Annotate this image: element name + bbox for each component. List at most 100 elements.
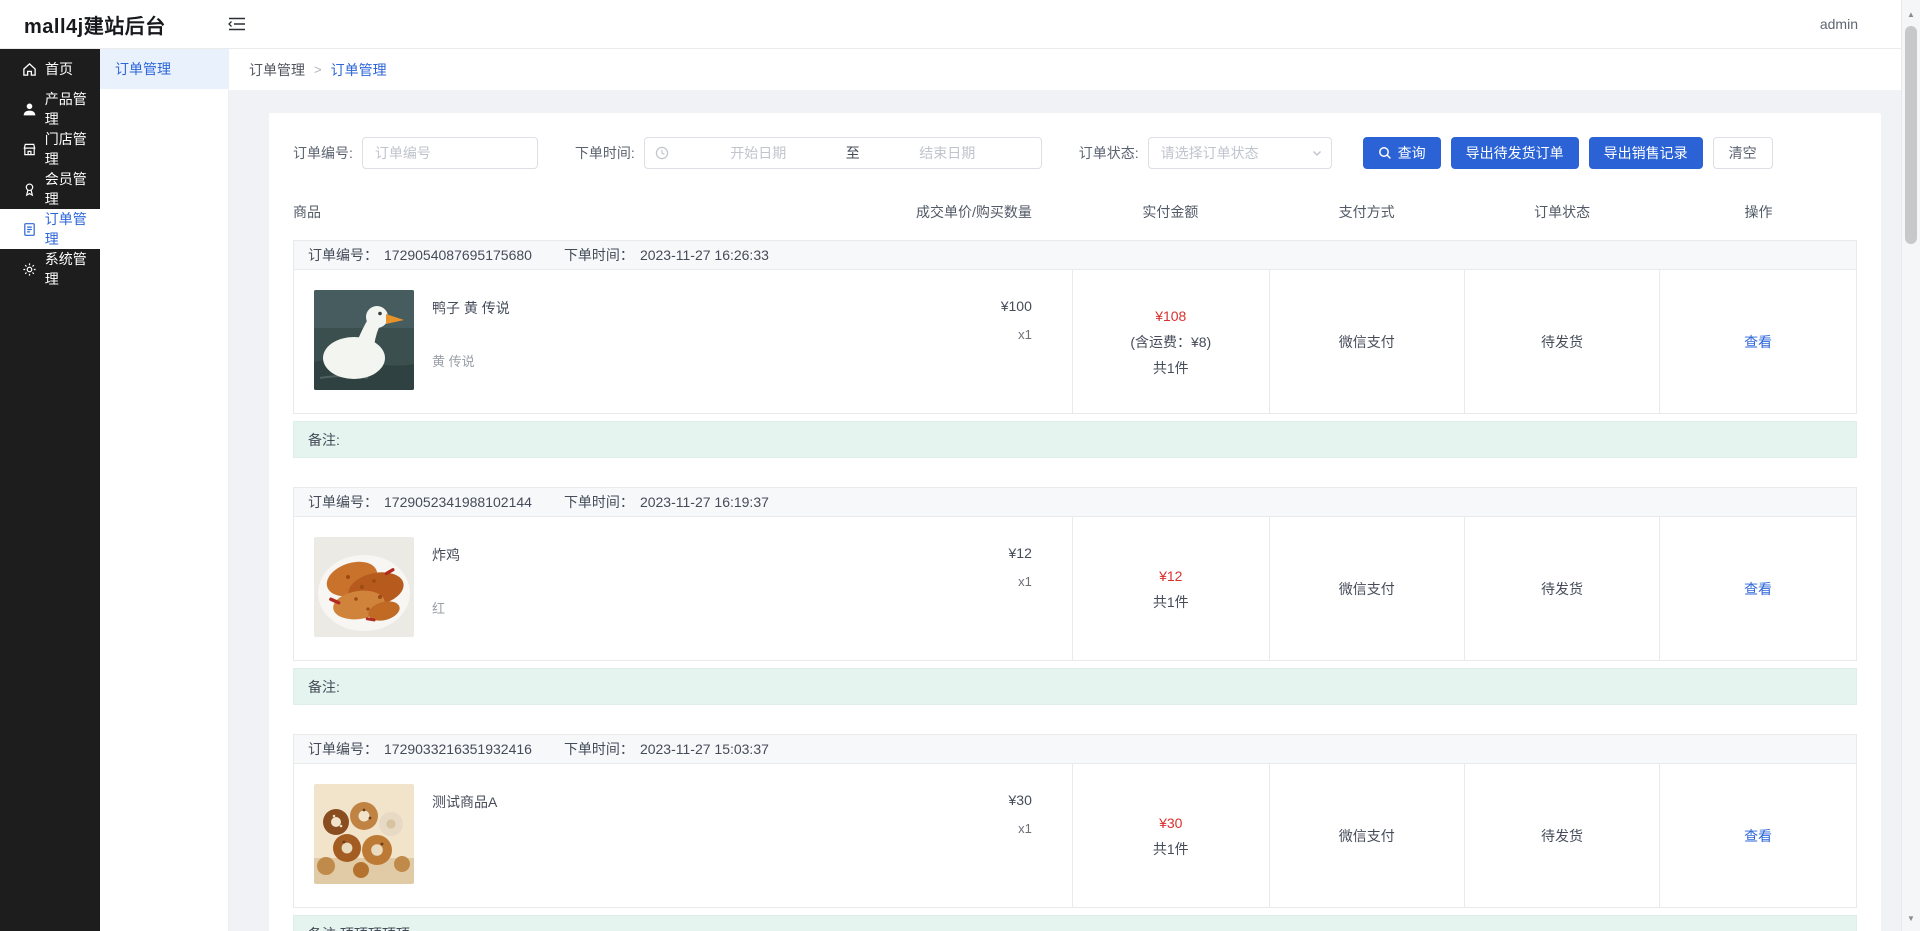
app-title: mall4j建站后台 <box>24 10 166 39</box>
paid-amount: ¥12 <box>1159 563 1182 589</box>
home-icon <box>22 61 38 77</box>
secondary-sidebar: 订单管理 <box>100 49 229 931</box>
sidebar-item-label: 订单管理 <box>45 209 100 249</box>
unit-price: ¥100 <box>932 298 1032 314</box>
order-number: 1729033216351932416 <box>384 741 532 757</box>
app-root: mall4j建站后台 admin 首页 产品管理 <box>0 0 1920 931</box>
main-area: 订单管理 > 订单管理 订单编号: 下单时间: <box>229 49 1920 931</box>
order-row: 测试商品A ¥30 x1 ¥30 <box>293 764 1857 908</box>
export-pending-button[interactable]: 导出待发货订单 <box>1451 137 1579 169</box>
remark-label: 备注: <box>308 430 340 450</box>
col-header-status: 订单状态 <box>1464 202 1660 222</box>
count-note: 共1件 <box>1153 589 1189 615</box>
start-date-placeholder[interactable]: 开始日期 <box>675 143 842 163</box>
store-icon <box>22 141 38 157</box>
date-range-picker[interactable]: 开始日期 至 结束日期 <box>644 137 1042 169</box>
order-remark: 备注: 顶顶顶顶顶 <box>293 915 1857 931</box>
order-list-card: 订单编号: 下单时间: 开始日期 至 结束日期 <box>269 113 1881 931</box>
order-remark: 备注: <box>293 421 1857 458</box>
sidebar-item-orders[interactable]: 订单管理 <box>0 209 100 249</box>
member-medal-icon <box>22 181 38 197</box>
breadcrumb: 订单管理 > 订单管理 <box>229 49 1920 91</box>
payment-method: 微信支付 <box>1269 270 1464 413</box>
product-spec: 红 <box>432 598 932 617</box>
vertical-scrollbar[interactable]: ▲ ▼ <box>1901 0 1920 931</box>
scroll-down-arrow[interactable]: ▼ <box>1902 910 1920 927</box>
count-note: 共1件 <box>1153 836 1189 862</box>
view-link[interactable]: 查看 <box>1744 579 1772 599</box>
end-date-placeholder[interactable]: 结束日期 <box>864 143 1031 163</box>
sidebar-item-label: 首页 <box>45 59 73 79</box>
order-group-header: 订单编号： 1729033216351932416 下单时间： 2023-11-… <box>293 734 1857 764</box>
page-content: 订单编号: 下单时间: 开始日期 至 结束日期 <box>229 91 1920 931</box>
price-quantity: ¥12 x1 <box>932 537 1072 640</box>
product-image-fried-chicken <box>314 537 414 637</box>
order-time: 2023-11-27 15:03:37 <box>640 741 769 757</box>
product-spec: 黄 传说 <box>432 351 932 370</box>
order-status-select[interactable]: 请选择订单状态 <box>1148 137 1332 169</box>
select-placeholder: 请选择订单状态 <box>1161 143 1311 163</box>
sidebar-item-products[interactable]: 产品管理 <box>0 89 100 129</box>
order-no-label: 订单编号： <box>308 492 378 512</box>
unit-price: ¥30 <box>932 792 1032 808</box>
order-row: 鸭子 黄 传说 黄 传说 ¥100 x1 ¥108 (含运费：¥8 <box>293 270 1857 414</box>
quantity: x1 <box>932 574 1032 589</box>
order-status: 待发货 <box>1464 270 1659 413</box>
order-time: 2023-11-27 16:19:37 <box>640 494 769 510</box>
order-status: 待发货 <box>1464 517 1659 660</box>
price-quantity: ¥100 x1 <box>932 290 1072 393</box>
main-layout: 首页 产品管理 门店管理 会员管理 <box>0 49 1920 931</box>
sidebar-item-stores[interactable]: 门店管理 <box>0 129 100 169</box>
view-link[interactable]: 查看 <box>1744 332 1772 352</box>
product-name: 测试商品A <box>432 792 932 812</box>
order-time-label: 下单时间: <box>575 143 635 163</box>
col-header-unit-price: 成交单价/购买数量 <box>809 202 1072 222</box>
action-cell: 查看 <box>1659 764 1856 907</box>
clear-button[interactable]: 清空 <box>1713 137 1773 169</box>
product-cell: 鸭子 黄 传说 黄 传说 ¥100 x1 <box>294 270 1072 413</box>
order-number: 1729052341988102144 <box>384 494 532 510</box>
order-no-input[interactable] <box>362 137 538 169</box>
export-sales-button[interactable]: 导出销售记录 <box>1589 137 1703 169</box>
scroll-up-arrow[interactable]: ▲ <box>1902 6 1920 23</box>
product-cell: 炸鸡 红 ¥12 x1 <box>294 517 1072 660</box>
order-no-label: 订单编号： <box>308 245 378 265</box>
sidebar-item-system[interactable]: 系统管理 <box>0 249 100 289</box>
user-icon <box>22 101 38 117</box>
unit-price: ¥12 <box>932 545 1032 561</box>
collapse-menu-icon[interactable] <box>228 16 246 32</box>
col-header-action: 操作 <box>1660 202 1857 222</box>
view-link[interactable]: 查看 <box>1744 826 1772 846</box>
product-name: 炸鸡 <box>432 545 932 565</box>
clock-icon <box>655 146 669 160</box>
product-name: 鸭子 黄 传说 <box>432 298 932 318</box>
count-note: 共1件 <box>1153 355 1189 381</box>
product-info: 炸鸡 红 <box>414 537 932 640</box>
order-group: 订单编号： 1729052341988102144 下单时间： 2023-11-… <box>293 487 1857 705</box>
table-header-row: 商品 成交单价/购买数量 实付金额 支付方式 订单状态 操作 <box>293 202 1857 222</box>
product-image-donuts <box>314 784 414 884</box>
sidebar-item-home[interactable]: 首页 <box>0 49 100 89</box>
search-button[interactable]: 查询 <box>1363 137 1441 169</box>
freight-note: (含运费：¥8) <box>1130 329 1211 355</box>
order-no-label: 订单编号: <box>293 143 353 163</box>
amount-cell: ¥12 共1件 <box>1072 517 1269 660</box>
main-sidebar: 首页 产品管理 门店管理 会员管理 <box>0 49 100 931</box>
order-time-label: 下单时间： <box>564 245 634 265</box>
order-document-icon <box>22 221 38 237</box>
amount-cell: ¥30 共1件 <box>1072 764 1269 907</box>
quantity: x1 <box>932 821 1032 836</box>
order-group: 订单编号： 1729033216351932416 下单时间： 2023-11-… <box>293 734 1857 931</box>
tab-order-management[interactable]: 订单管理 <box>100 49 228 89</box>
col-header-product: 商品 <box>293 202 809 222</box>
product-cell: 测试商品A ¥30 x1 <box>294 764 1072 907</box>
user-name[interactable]: admin <box>1820 16 1858 32</box>
breadcrumb-item[interactable]: 订单管理 <box>249 60 305 80</box>
breadcrumb-separator: > <box>314 62 322 77</box>
product-info: 测试商品A <box>414 784 932 887</box>
order-group: 订单编号： 1729054087695175680 下单时间： 2023-11-… <box>293 240 1857 458</box>
sidebar-item-members[interactable]: 会员管理 <box>0 169 100 209</box>
scroll-thumb[interactable] <box>1905 26 1917 244</box>
action-cell: 查看 <box>1659 517 1856 660</box>
order-status-label: 订单状态: <box>1079 143 1139 163</box>
